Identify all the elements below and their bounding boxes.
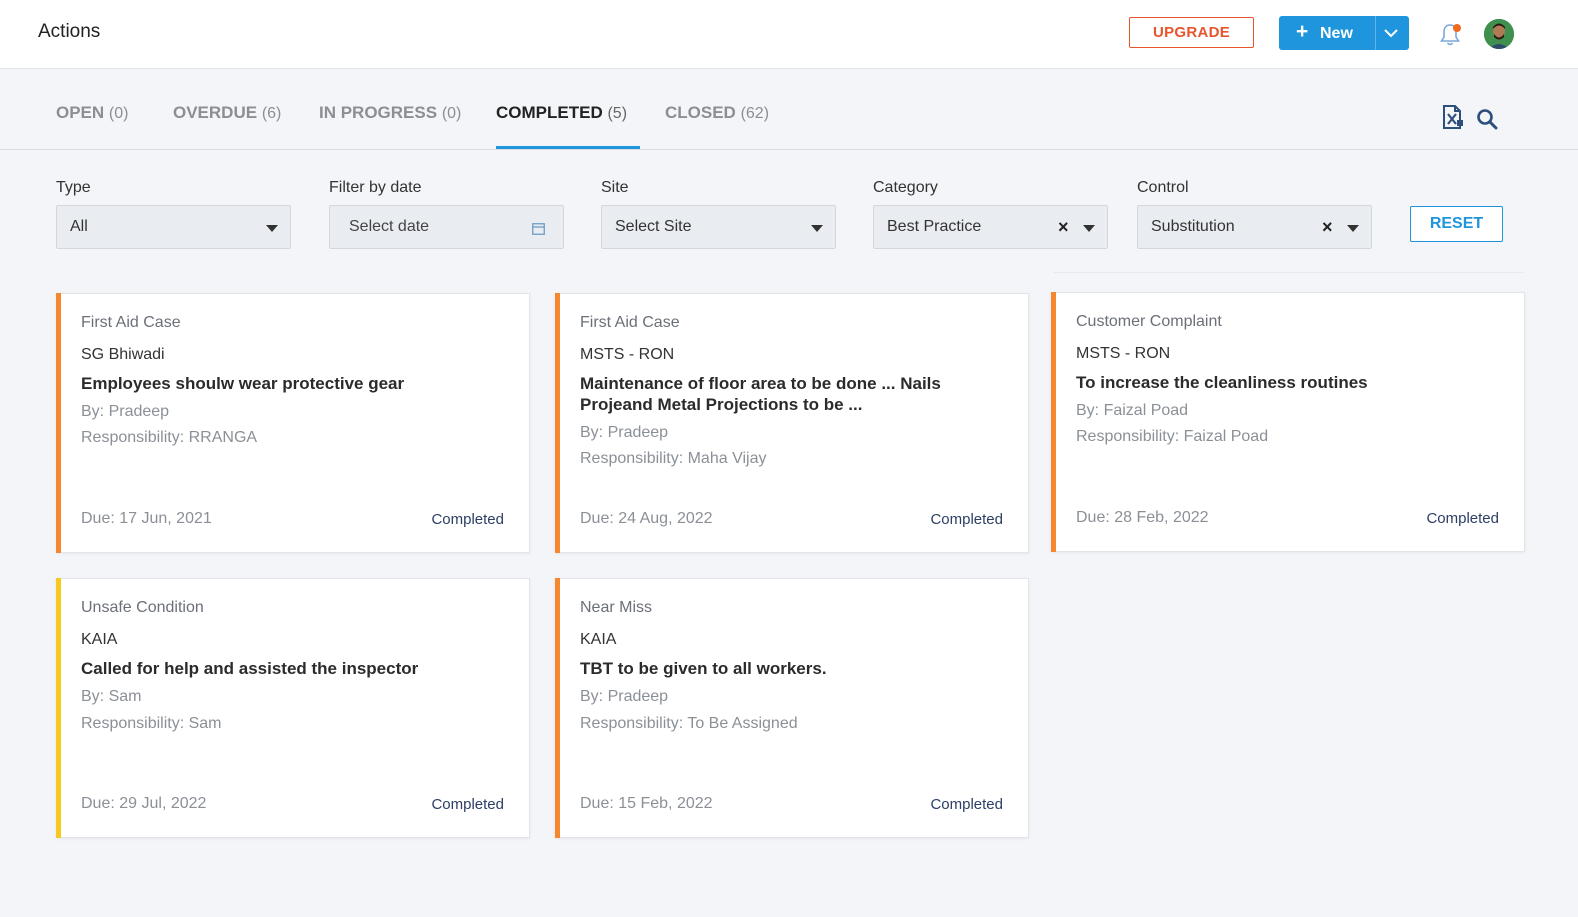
- tab-label: OPEN: [56, 103, 105, 122]
- tab-in-progress[interactable]: IN PROGRESS (0): [319, 103, 461, 123]
- card-due-date: Due: 28 Feb, 2022: [1076, 509, 1209, 526]
- excel-export-icon[interactable]: [1441, 105, 1463, 129]
- tab-count: (62): [740, 105, 770, 122]
- category-filter-label: Category: [873, 179, 938, 196]
- active-tab-indicator: [496, 146, 640, 149]
- card-title: TBT to be given to all workers.: [580, 659, 827, 678]
- card-by: By: Pradeep: [580, 688, 669, 705]
- card-responsibility: Responsibility: Maha Vijay: [580, 450, 767, 467]
- control-select[interactable]: Substitution ×: [1137, 205, 1372, 249]
- card-status: Completed: [1426, 510, 1499, 527]
- card-responsibility: Responsibility: Faizal Poad: [1076, 428, 1269, 445]
- card-type: First Aid Case: [580, 314, 680, 331]
- tab-count: (6): [261, 105, 282, 122]
- site-filter-label: Site: [601, 179, 629, 196]
- card-status: Completed: [930, 511, 1003, 528]
- type-filter-label: Type: [56, 179, 91, 196]
- tab-count: (0): [108, 105, 129, 122]
- action-card[interactable]: Unsafe Condition KAIA Called for help an…: [56, 578, 530, 838]
- dropdown-arrow-icon: [266, 225, 278, 232]
- action-card[interactable]: Customer Complaint MSTS - RON To increas…: [1051, 292, 1525, 552]
- clear-icon[interactable]: ×: [1322, 217, 1333, 238]
- card-type: Near Miss: [580, 599, 653, 616]
- dropdown-arrow-icon: [1083, 225, 1095, 232]
- card-title: Employees shoulw wear protective gear: [81, 374, 405, 393]
- card-due-date: Due: 15 Feb, 2022: [580, 795, 713, 812]
- new-button-label: New: [1320, 25, 1353, 42]
- tab-count: (5): [607, 105, 628, 122]
- action-card[interactable]: Near Miss KAIA TBT to be given to all wo…: [555, 578, 1029, 838]
- card-site: SG Bhiwadi: [81, 346, 165, 363]
- card-site: KAIA: [580, 631, 617, 648]
- tab-label: IN PROGRESS: [319, 103, 438, 122]
- card-due-date: Due: 24 Aug, 2022: [580, 510, 713, 527]
- card-by: By: Pradeep: [580, 424, 669, 441]
- tab-label: COMPLETED: [496, 103, 603, 122]
- card-responsibility: Responsibility: Sam: [81, 715, 222, 732]
- type-select[interactable]: All: [56, 205, 291, 249]
- priority-bar: [1051, 292, 1056, 552]
- card-by: By: Faizal Poad: [1076, 402, 1189, 419]
- priority-bar: [56, 578, 61, 838]
- new-button-divider: [1375, 16, 1376, 50]
- priority-bar: [56, 293, 61, 553]
- control-select-value: Substitution: [1151, 218, 1235, 235]
- category-select[interactable]: Best Practice ×: [873, 205, 1108, 249]
- reset-button[interactable]: RESET: [1410, 206, 1503, 242]
- tab-count: (0): [441, 105, 462, 122]
- site-select-placeholder: Select Site: [615, 218, 692, 235]
- date-picker-placeholder: Select date: [349, 218, 430, 235]
- card-type: Unsafe Condition: [81, 599, 204, 616]
- card-responsibility: Responsibility: RRANGA: [81, 429, 258, 446]
- page-title: Actions: [38, 21, 101, 42]
- top-header: Actions UPGRADE + New: [0, 0, 1578, 69]
- search-icon[interactable]: [1476, 108, 1498, 130]
- dropdown-arrow-icon: [811, 225, 823, 232]
- dropdown-arrow-icon: [1347, 225, 1359, 232]
- card-title: To increase the cleanliness routines: [1076, 373, 1368, 392]
- tab-closed[interactable]: CLOSED (62): [665, 103, 769, 123]
- divider: [1054, 272, 1524, 273]
- action-card[interactable]: First Aid Case SG Bhiwadi Employees shou…: [56, 293, 530, 553]
- card-responsibility: Responsibility: To Be Assigned: [580, 715, 798, 732]
- card-type: Customer Complaint: [1076, 313, 1222, 330]
- tab-open[interactable]: OPEN (0): [56, 103, 128, 123]
- card-site: MSTS - RON: [580, 346, 675, 363]
- new-button[interactable]: + New: [1279, 16, 1409, 50]
- card-status: Completed: [930, 796, 1003, 813]
- status-tabs: OPEN (0) OVERDUE (6) IN PROGRESS (0) COM…: [0, 70, 1578, 150]
- card-type: First Aid Case: [81, 314, 181, 331]
- card-due-date: Due: 29 Jul, 2022: [81, 795, 207, 812]
- card-status: Completed: [431, 511, 504, 528]
- tab-overdue[interactable]: OVERDUE (6): [173, 103, 281, 123]
- card-site: MSTS - RON: [1076, 345, 1171, 362]
- upgrade-button[interactable]: UPGRADE: [1129, 17, 1254, 48]
- date-filter-label: Filter by date: [329, 179, 422, 196]
- card-by: By: Sam: [81, 688, 142, 705]
- tab-label: CLOSED: [665, 103, 736, 122]
- clear-icon[interactable]: ×: [1058, 217, 1069, 238]
- date-picker[interactable]: Select date: [329, 205, 564, 249]
- priority-bar: [555, 578, 560, 838]
- priority-bar: [555, 293, 560, 553]
- site-select[interactable]: Select Site: [601, 205, 836, 249]
- control-filter-label: Control: [1137, 179, 1189, 196]
- card-status: Completed: [431, 796, 504, 813]
- tab-completed[interactable]: COMPLETED (5): [496, 103, 627, 123]
- type-select-value: All: [70, 218, 88, 235]
- card-title: Maintenance of floor area to be done ...…: [580, 374, 941, 414]
- avatar[interactable]: [1484, 19, 1514, 49]
- plus-icon: +: [1296, 20, 1309, 43]
- card-title: Called for help and assisted the inspect…: [81, 659, 419, 678]
- chevron-down-icon[interactable]: [1383, 26, 1399, 40]
- category-select-value: Best Practice: [887, 218, 982, 235]
- card-site: KAIA: [81, 631, 118, 648]
- tab-label: OVERDUE: [173, 103, 258, 122]
- card-by: By: Pradeep: [81, 403, 170, 420]
- card-due-date: Due: 17 Jun, 2021: [81, 510, 212, 527]
- action-card[interactable]: First Aid Case MSTS - RON Maintenance of…: [555, 293, 1029, 553]
- bell-icon[interactable]: [1438, 22, 1462, 48]
- calendar-icon: [532, 223, 545, 235]
